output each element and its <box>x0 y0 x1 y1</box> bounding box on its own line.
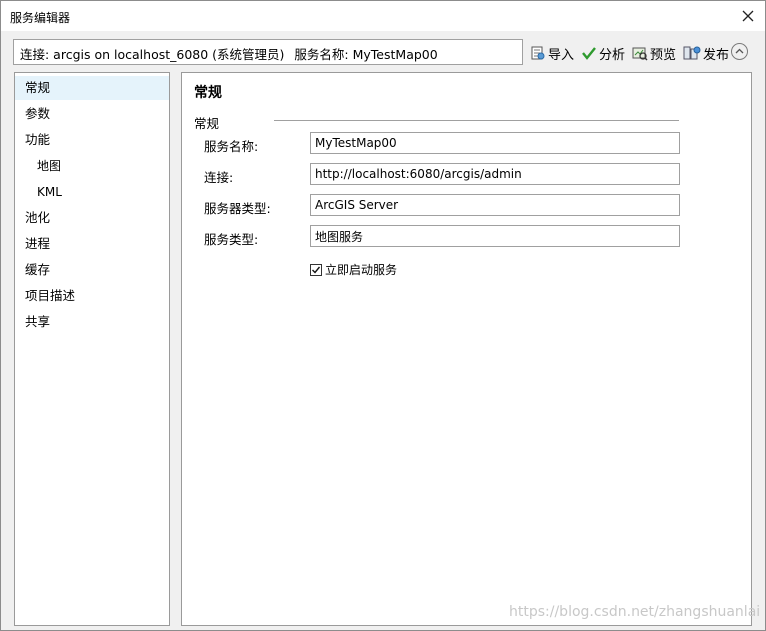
page-title: 常规 <box>194 85 222 101</box>
import-button[interactable]: 导入 <box>530 43 574 63</box>
service-type-label: 服务类型: <box>204 232 259 247</box>
group-divider <box>274 120 679 121</box>
server-type-input[interactable] <box>310 194 680 216</box>
group-title: 常规 <box>194 116 220 131</box>
watermark: https://blog.csdn.net/zhangshuanlai <box>509 604 761 620</box>
service-name-label: 服务名称: <box>204 139 259 154</box>
check-icon <box>582 47 596 60</box>
sidebar: 常规 参数 功能 地图 KML 池化 进程 缓存 项目描述 共享 <box>14 72 170 626</box>
preview-icon <box>632 47 648 61</box>
checkmark-icon <box>312 266 321 274</box>
start-service-checkbox[interactable]: 立即启动服务 <box>310 261 397 278</box>
sidebar-item-parameters[interactable]: 参数 <box>15 102 169 126</box>
connection-text: 连接: arcgis on localhost_6080 (系统管理员) <box>20 47 285 62</box>
service-type-input[interactable] <box>310 225 680 247</box>
sidebar-item-item-description[interactable]: 项目描述 <box>15 284 169 308</box>
general-settings-panel: 常规 常规 服务名称: 连接: 服务器类型: 服务类型: 立即启动服务 <box>181 72 752 626</box>
sidebar-item-pooling[interactable]: 池化 <box>15 206 169 230</box>
sidebar-item-sharing[interactable]: 共享 <box>15 310 169 334</box>
service-editor-window: 服务编辑器 连接: arcgis on localhost_6080 (系统管理… <box>0 0 766 631</box>
sidebar-item-caching[interactable]: 缓存 <box>15 258 169 282</box>
publish-label: 发布 <box>703 47 730 63</box>
import-icon <box>531 46 545 60</box>
connection-info: 连接: arcgis on localhost_6080 (系统管理员) 服务名称… <box>13 39 523 65</box>
preview-label: 预览 <box>650 47 677 63</box>
sidebar-item-processes[interactable]: 进程 <box>15 232 169 256</box>
title-bar: 服务编辑器 <box>1 1 765 31</box>
sidebar-item-kml[interactable]: KML <box>15 180 169 204</box>
sidebar-item-map[interactable]: 地图 <box>15 154 169 178</box>
connection-label: 连接: <box>204 170 234 185</box>
connection-input[interactable] <box>310 163 680 185</box>
window-title: 服务编辑器 <box>10 11 71 25</box>
start-service-label: 立即启动服务 <box>325 263 398 277</box>
chevron-up-icon <box>735 48 744 54</box>
sidebar-item-general[interactable]: 常规 <box>15 76 169 100</box>
publish-icon <box>683 46 701 60</box>
publish-button[interactable]: 发布 <box>683 43 729 63</box>
checkbox-box <box>310 263 322 276</box>
sidebar-item-capabilities[interactable]: 功能 <box>15 128 169 152</box>
analyze-button[interactable]: 分析 <box>581 43 625 63</box>
service-name-input[interactable] <box>310 132 680 154</box>
collapse-button[interactable] <box>731 43 748 60</box>
server-type-label: 服务器类型: <box>204 201 271 216</box>
preview-button[interactable]: 预览 <box>632 43 676 63</box>
import-label: 导入 <box>548 47 575 63</box>
analyze-label: 分析 <box>599 47 626 63</box>
close-icon <box>742 10 754 22</box>
service-name-text: 服务名称: MyTestMap00 <box>294 47 438 62</box>
close-button[interactable] <box>737 5 759 27</box>
